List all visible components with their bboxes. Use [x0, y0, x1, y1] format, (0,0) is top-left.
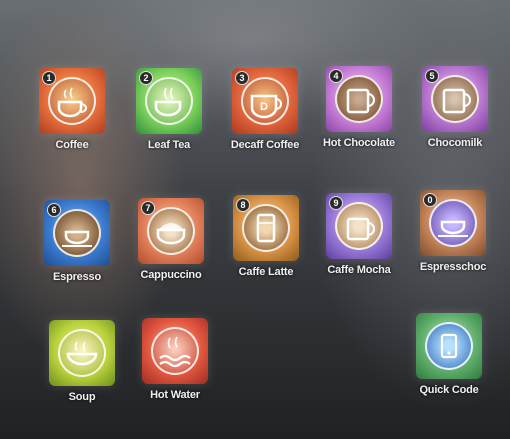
drink-label: Espresschoc: [419, 261, 487, 273]
drink-label: Hot Water: [150, 389, 200, 401]
drink-button-soup[interactable]: Soup: [45, 320, 119, 403]
drink-number: 1: [42, 71, 56, 85]
drink-button-espresschoc[interactable]: 0 Espresschoc: [416, 190, 490, 273]
drink-number: 5: [425, 69, 439, 83]
milk-mug-icon: 5: [422, 66, 488, 132]
drink-number: 6: [47, 203, 61, 217]
drink-label: Decaff Coffee: [230, 139, 300, 151]
drink-button-hot-chocolate[interactable]: 4 Hot Chocolate: [322, 66, 396, 149]
drink-label: Espresso: [53, 271, 101, 283]
drink-button-espresso[interactable]: 6 Espresso: [40, 200, 114, 283]
drink-button-decaff-coffee[interactable]: D 3 Decaff Coffee: [228, 68, 302, 151]
drink-button-caffe-mocha[interactable]: 9 Caffe Mocha: [322, 193, 396, 276]
drink-label: Quick Code: [419, 384, 479, 396]
drink-number: 2: [139, 71, 153, 85]
drink-label: Soup: [68, 391, 96, 403]
vending-touch-screen: 1 Coffee 2 Leaf Tea D 3 Decaff Coffee 4 …: [0, 0, 510, 439]
cappuccino-cup-icon: 7: [138, 198, 204, 264]
drink-number: 9: [329, 196, 343, 210]
hot-water-icon: [142, 318, 208, 384]
decaf-cup-icon: D 3: [232, 68, 298, 134]
drink-number: 4: [329, 69, 343, 83]
soup-bowl-icon: [49, 320, 115, 386]
drink-button-chocomilk[interactable]: 5 Chocomilk: [418, 66, 492, 149]
drink-button-coffee[interactable]: 1 Coffee: [35, 68, 109, 151]
drink-label: Chocomilk: [427, 137, 483, 149]
drink-number: 3: [235, 71, 249, 85]
espresschoc-cup-icon: 0: [420, 190, 486, 256]
mocha-mug-icon: 9: [326, 193, 392, 259]
chocolate-mug-icon: 4: [326, 66, 392, 132]
drink-button-leaf-tea[interactable]: 2 Leaf Tea: [132, 68, 206, 151]
drink-label: Hot Chocolate: [323, 137, 395, 149]
drink-label: Coffee: [55, 139, 89, 151]
drink-label: Leaf Tea: [147, 139, 191, 151]
tea-cup-icon: 2: [136, 68, 202, 134]
latte-glass-icon: 8: [233, 195, 299, 261]
drink-number: 0: [423, 193, 437, 207]
coffee-cup-icon: 1: [39, 68, 105, 134]
drink-button-cappuccino[interactable]: 7 Cappuccino: [134, 198, 208, 281]
quick-code-icon: [416, 313, 482, 379]
quick-code-button[interactable]: Quick Code: [412, 313, 486, 396]
espresso-cup-icon: 6: [44, 200, 110, 266]
drink-label: Caffe Mocha: [327, 264, 391, 276]
drink-button-hot-water[interactable]: Hot Water: [138, 318, 212, 401]
drink-number: 7: [141, 201, 155, 215]
drink-number: 8: [236, 198, 250, 212]
svg-text:D: D: [260, 101, 268, 113]
drink-label: Caffe Latte: [238, 266, 294, 278]
drink-button-caffe-latte[interactable]: 8 Caffe Latte: [229, 195, 303, 278]
drink-label: Cappuccino: [140, 269, 202, 281]
